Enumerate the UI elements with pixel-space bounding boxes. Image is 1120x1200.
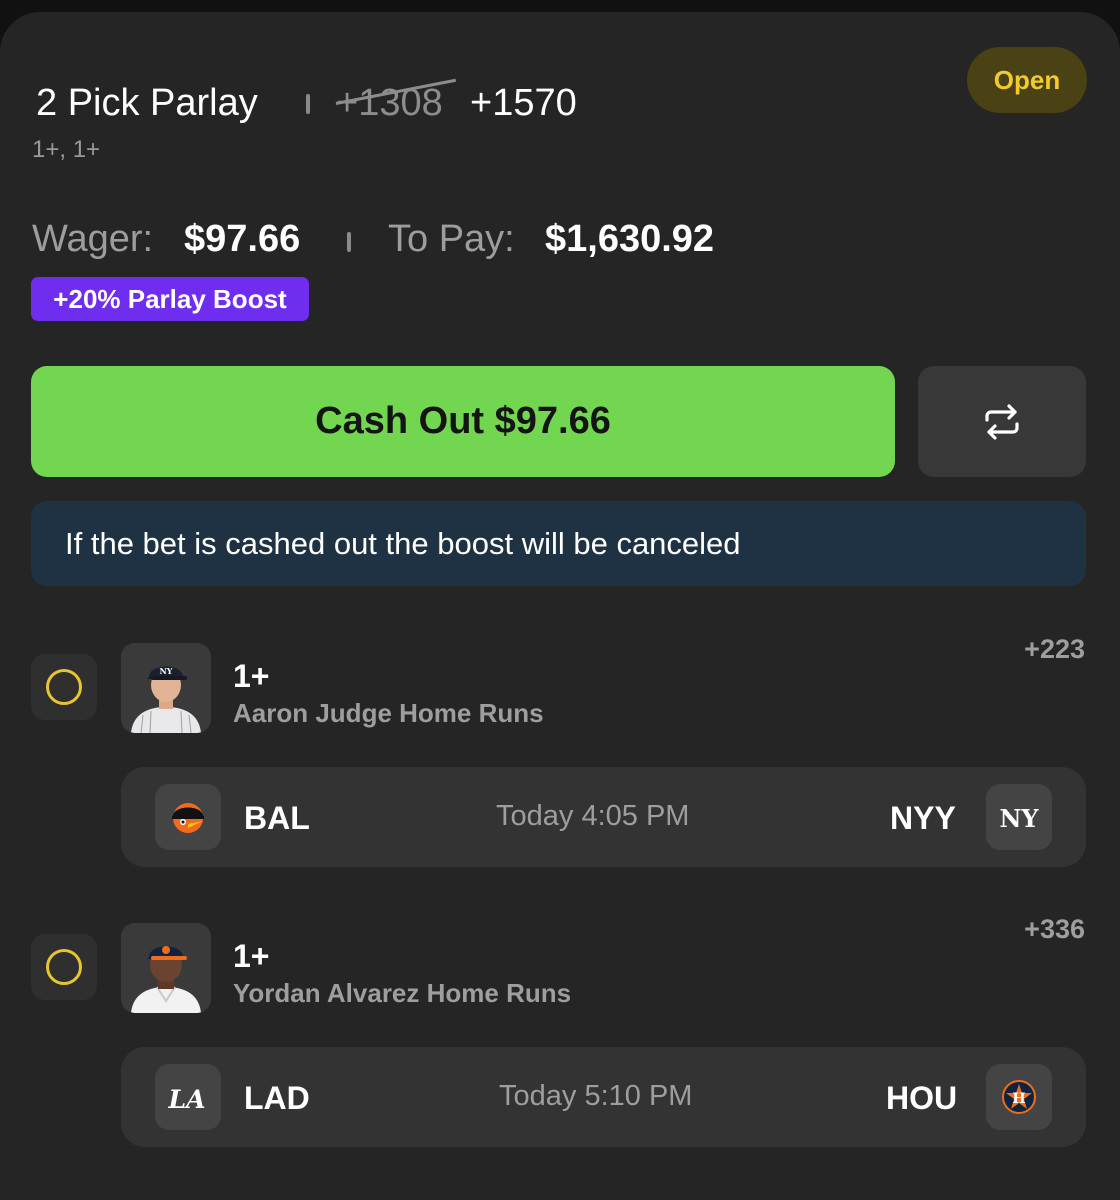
wager-divider: [347, 232, 351, 252]
pick-2-line: 1+: [233, 938, 270, 974]
pick-2-market: Yordan Alvarez Home Runs: [233, 978, 572, 1008]
wager-label: Wager:: [32, 218, 154, 260]
pick-2-checkbox[interactable]: [31, 934, 97, 1000]
title-divider: [306, 94, 310, 114]
radio-ring-icon: [46, 669, 82, 705]
game-row-1[interactable]: BAL Today 4:05 PM NYY NY: [121, 767, 1086, 867]
pick-2-odds: +336: [1024, 914, 1085, 944]
astros-logo-icon: H: [1002, 1080, 1036, 1114]
to-pay-label: To Pay:: [388, 218, 515, 260]
pick-1-checkbox[interactable]: [31, 654, 97, 720]
home-team-abbr: HOU: [886, 1080, 958, 1116]
away-team-abbr: LAD: [244, 1080, 310, 1116]
player-headshot-icon: [121, 923, 211, 1013]
orioles-logo: [155, 784, 221, 850]
boosted-odds: +1570: [470, 82, 577, 124]
bet-title: 2 Pick Parlay: [36, 82, 258, 124]
cash-out-button[interactable]: Cash Out $97.66: [31, 366, 895, 477]
parlay-boost-badge: +20% Parlay Boost: [31, 277, 309, 321]
orioles-logo-icon: [172, 803, 204, 833]
bet-subtitle: 1+, 1+: [32, 136, 101, 163]
game-time: Today 4:05 PM: [496, 800, 690, 832]
player-headshot-icon: NY: [121, 643, 211, 733]
game-time: Today 5:10 PM: [499, 1080, 693, 1112]
swap-arrows-icon: [985, 403, 1019, 440]
cashout-notice: If the bet is cashed out the boost will …: [31, 501, 1086, 586]
original-odds-text: +1308: [336, 82, 443, 124]
dodgers-logo-icon: LA: [168, 1085, 205, 1114]
pick-1-market: Aaron Judge Home Runs: [233, 698, 544, 728]
bet-card: 2 Pick Parlay +1308 +1570 1+, 1+ Open Wa…: [0, 12, 1120, 1200]
astros-logo: H: [986, 1064, 1052, 1130]
radio-ring-icon: [46, 949, 82, 985]
swap-button[interactable]: [918, 366, 1086, 477]
dodgers-logo: LA: [155, 1064, 221, 1130]
svg-text:NY: NY: [159, 666, 172, 676]
game-row-2[interactable]: LA LAD Today 5:10 PM HOU H: [121, 1047, 1086, 1147]
home-team-abbr: NYY: [890, 800, 956, 836]
yankees-logo-icon: NY: [999, 804, 1039, 833]
to-pay-value: $1,630.92: [545, 218, 715, 260]
yordan-alvarez-headshot: [121, 923, 211, 1013]
pick-1-line: 1+: [233, 658, 270, 694]
away-team-abbr: BAL: [244, 800, 310, 836]
pick-1-odds: +223: [1024, 634, 1085, 664]
original-odds: +1308: [335, 78, 457, 125]
svg-text:LA: LA: [168, 1085, 205, 1114]
wager-value: $97.66: [184, 218, 301, 260]
svg-text:H: H: [1012, 1091, 1025, 1107]
yankees-logo: NY: [986, 784, 1052, 850]
aaron-judge-headshot: NY: [121, 643, 211, 733]
status-badge: Open: [967, 47, 1087, 113]
svg-text:NY: NY: [999, 804, 1039, 833]
